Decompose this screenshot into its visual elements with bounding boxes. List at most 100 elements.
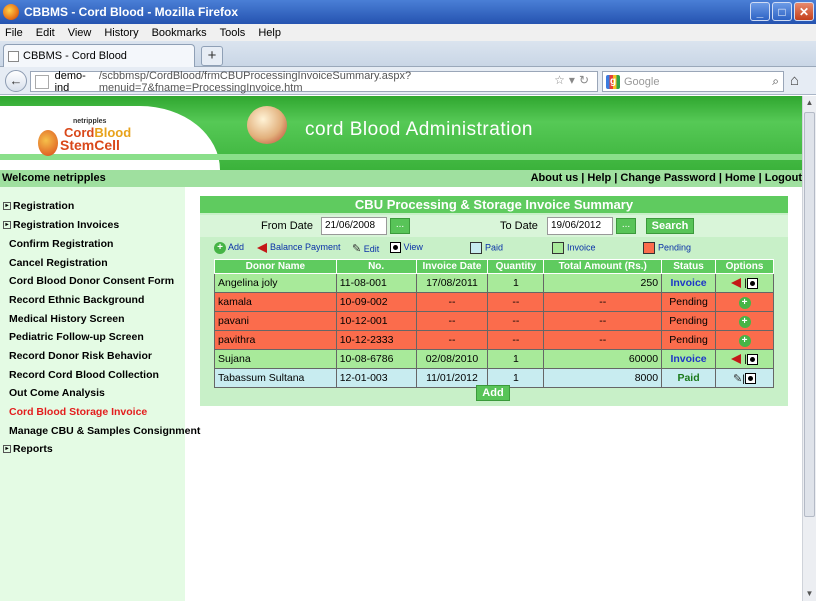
search-button[interactable]: Search xyxy=(646,218,694,234)
col-invoice-date[interactable]: Invoice Date xyxy=(415,259,489,274)
table-row[interactable]: kamala 10-09-002 -- -- -- Pending + xyxy=(214,292,774,312)
view-icon[interactable] xyxy=(746,277,758,289)
menu-bookmarks[interactable]: Bookmarks xyxy=(152,27,207,39)
add-icon[interactable]: + xyxy=(738,296,751,309)
donor-name: Sujana xyxy=(214,349,337,369)
from-date-picker-button[interactable]: ... xyxy=(390,218,410,234)
new-tab-button[interactable]: + xyxy=(201,46,223,66)
firefox-icon xyxy=(3,4,19,20)
sidebar-item-cord-blood-collection[interactable]: Record Cord Blood Collection xyxy=(9,369,159,381)
menu-edit[interactable]: Edit xyxy=(36,27,55,39)
back-button[interactable]: ← xyxy=(5,70,27,92)
menu-tools[interactable]: Tools xyxy=(220,27,246,39)
pending-swatch xyxy=(643,242,655,254)
total-amount: -- xyxy=(543,311,663,331)
view-icon[interactable] xyxy=(746,353,758,365)
scroll-up-icon[interactable]: ▲ xyxy=(803,96,816,110)
balance-payment-icon[interactable] xyxy=(731,354,742,365)
from-date-label: From Date xyxy=(261,220,313,232)
status-link[interactable]: Invoice xyxy=(661,273,717,293)
col-total-amount[interactable]: Total Amount (Rs.) xyxy=(543,259,663,274)
sidebar-item-risk-behavior[interactable]: Record Donor Risk Behavior xyxy=(9,350,152,362)
sidebar-item-storage-invoice[interactable]: Cord Blood Storage Invoice xyxy=(9,406,147,418)
sidebar-item-pediatric-followup[interactable]: Pediatric Follow-up Screen xyxy=(9,331,144,343)
search-icon[interactable]: ⌕ xyxy=(772,74,779,89)
home-icon[interactable]: ⌂ xyxy=(790,72,799,89)
google-icon[interactable]: g xyxy=(606,74,620,89)
menu-view[interactable]: View xyxy=(68,27,92,39)
table-row[interactable]: pavithra 10-12-2333 -- -- -- Pending + xyxy=(214,330,774,350)
logo-swirl-icon xyxy=(38,130,58,156)
sidebar-item-outcome-analysis[interactable]: Out Come Analysis xyxy=(9,387,105,399)
col-no[interactable]: No. xyxy=(335,259,417,274)
add-button[interactable]: Add xyxy=(476,385,510,401)
table-row[interactable]: Sujana 10-08-6786 02/08/2010 1 60000 Inv… xyxy=(214,349,774,369)
view-icon[interactable] xyxy=(744,373,756,385)
maximize-button[interactable]: □ xyxy=(772,2,792,21)
url-bar[interactable]: demo-ind /scbbmsp/CordBlood/frmCBUProces… xyxy=(30,69,598,94)
status-link[interactable]: Invoice xyxy=(661,349,717,369)
col-quantity[interactable]: Quantity xyxy=(487,259,545,274)
invoice-no: 10-08-6786 xyxy=(335,349,417,369)
sidebar-item-consent-form[interactable]: Cord Blood Donor Consent Form xyxy=(9,275,174,287)
table-row[interactable]: pavani 10-12-001 -- -- -- Pending + xyxy=(214,311,774,331)
scroll-down-icon[interactable]: ▼ xyxy=(803,587,816,601)
page-icon xyxy=(8,50,19,62)
top-links[interactable]: About us | Help | Change Password | Home… xyxy=(531,172,802,184)
donor-name: pavithra xyxy=(214,330,337,350)
expand-icon[interactable]: ▸ xyxy=(3,202,11,211)
close-button[interactable]: ✕ xyxy=(794,2,814,21)
url-path: /scbbmsp/CordBlood/frmCBUProcessingInvoi… xyxy=(98,69,412,94)
sidebar-item-reports[interactable]: ▸ Reports xyxy=(3,443,53,455)
sidebar-item-confirm-registration[interactable]: Confirm Registration xyxy=(9,238,113,250)
search-placeholder: Google xyxy=(624,75,660,88)
add-icon[interactable]: + xyxy=(738,334,751,347)
page-viewport: netripples CordBlood StemCell cord Blood… xyxy=(0,96,802,601)
minimize-button[interactable]: _ xyxy=(750,2,770,21)
search-bar[interactable]: g Google ⌕ xyxy=(602,71,784,92)
invoice-no: 10-12-2333 xyxy=(335,330,417,350)
col-status[interactable]: Status xyxy=(661,259,717,274)
legend-balance: Balance Payment xyxy=(257,242,341,253)
header-banner: netripples CordBlood StemCell cord Blood… xyxy=(0,96,802,170)
edit-icon[interactable]: ✎ xyxy=(733,372,742,385)
total-amount: 60000 xyxy=(543,349,663,369)
url-host: demo-ind xyxy=(54,69,86,94)
window-title: CBBMS - Cord Blood - Mozilla Firefox xyxy=(24,5,238,19)
to-date-picker-button[interactable]: ... xyxy=(616,218,636,234)
donor-name: kamala xyxy=(214,292,337,312)
bookmark-star-icon[interactable]: ☆▾↻ xyxy=(554,73,593,87)
sidebar-item-medical-history[interactable]: Medical History Screen xyxy=(9,313,125,325)
quantity: -- xyxy=(487,311,545,331)
sidebar-item-registration-invoices[interactable]: ▸ Registration Invoices xyxy=(3,219,119,231)
from-date-input[interactable]: 21/06/2008 xyxy=(321,217,387,235)
navigation-bar: ← demo-ind /scbbmsp/CordBlood/frmCBUProc… xyxy=(0,67,816,95)
expand-icon[interactable]: ▸ xyxy=(3,445,11,454)
admin-doctor-icon xyxy=(247,106,287,144)
date-filter-row: From Date 21/06/2008 ... To Date 19/06/2… xyxy=(200,215,788,237)
add-icon[interactable]: + xyxy=(738,315,751,328)
to-date-input[interactable]: 19/06/2012 xyxy=(547,217,613,235)
invoice-no: 10-09-002 xyxy=(335,292,417,312)
balance-payment-icon[interactable] xyxy=(731,278,742,289)
menu-bar: File Edit View History Bookmarks Tools H… xyxy=(0,24,816,41)
expand-icon[interactable]: ▸ xyxy=(3,221,11,230)
tab-cbbms[interactable]: CBBMS - Cord Blood xyxy=(3,44,195,67)
scroll-thumb[interactable] xyxy=(804,112,815,517)
menu-history[interactable]: History xyxy=(104,27,138,39)
legend-pending: Pending xyxy=(643,242,691,254)
sidebar-item-consignment[interactable]: Manage CBU & Samples Consignment xyxy=(9,425,200,437)
cordblood-logo[interactable]: netripples CordBlood StemCell xyxy=(38,118,148,162)
col-donor-name[interactable]: Donor Name xyxy=(214,259,337,274)
row-options: + xyxy=(715,330,774,350)
menu-help[interactable]: Help xyxy=(258,27,281,39)
status-text: Pending xyxy=(661,292,717,312)
sidebar-item-cancel-registration[interactable]: Cancel Registration xyxy=(9,257,108,269)
menu-file[interactable]: File xyxy=(5,27,23,39)
table-row[interactable]: Angelina joly 11-08-001 17/08/2011 1 250… xyxy=(214,273,774,293)
sidebar-item-ethnic-background[interactable]: Record Ethnic Background xyxy=(9,294,144,306)
vertical-scrollbar[interactable]: ▲ ▼ xyxy=(802,96,816,601)
sidebar: ▸ Registration ▸ Registration Invoices Con… xyxy=(0,187,200,601)
sidebar-item-registration[interactable]: ▸ Registration xyxy=(3,200,74,212)
site-identity-icon[interactable] xyxy=(35,74,49,89)
